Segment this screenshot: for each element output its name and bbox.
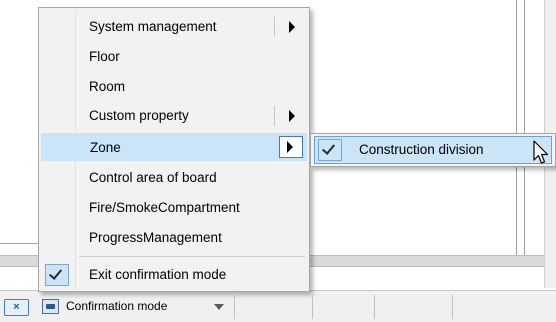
menu-item-label: Fire/SmokeCompartment [89, 200, 240, 215]
menu-item-floor[interactable]: Floor [41, 43, 307, 71]
menu-item-custom-property[interactable]: Custom property [41, 102, 307, 130]
menu-item-zone[interactable]: Zone [41, 133, 307, 161]
canvas-divider [524, 0, 525, 255]
menu-item-label: Control area of board [89, 170, 217, 185]
menu-item-fire-smoke-compartment[interactable]: Fire/SmokeCompartment [41, 194, 307, 222]
submenu-separator [274, 106, 275, 126]
mouse-pointer-icon [533, 140, 549, 164]
check-box [318, 139, 342, 161]
confirmation-mode-icon [42, 299, 59, 314]
confirmation-mode-dropdown[interactable]: Confirmation mode [42, 297, 232, 317]
menu-item-label: System management [89, 19, 217, 34]
menu-item-label: ProgressManagement [89, 230, 222, 245]
submenu-item-label: Construction division [359, 142, 484, 157]
menu-item-label: Floor [89, 49, 120, 64]
submenu-arrow-icon [289, 21, 295, 33]
checkmark-icon [321, 141, 336, 155]
status-bar: × Confirmation mode [0, 290, 556, 322]
confirmation-mode-label: Confirmation mode [66, 299, 168, 313]
chevron-down-icon[interactable] [214, 304, 224, 310]
submenu-arrow-icon [287, 141, 293, 153]
confirmation-x-icon-glyph: × [13, 301, 20, 313]
submenu-separator [274, 17, 275, 37]
check-box [45, 264, 69, 286]
status-panel [312, 295, 313, 319]
submenu-arrow-button[interactable] [279, 136, 303, 158]
submenu-item-construction-division[interactable]: Construction division [314, 136, 552, 164]
canvas-divider [516, 0, 517, 255]
menu-item-exit-confirmation-mode[interactable]: Exit confirmation mode [41, 261, 307, 289]
submenu-arrow-icon [289, 110, 295, 122]
menu-item-label: Exit confirmation mode [89, 267, 227, 282]
zone-submenu: Construction division [310, 133, 556, 167]
menu-item-progress-management[interactable]: ProgressManagement [41, 224, 307, 252]
menu-item-system-management[interactable]: System management [41, 13, 307, 41]
menu-item-label: Room [89, 79, 126, 94]
menu-separator [79, 256, 305, 257]
checkmark-icon [48, 266, 63, 280]
status-panel [234, 295, 235, 319]
menu-item-control-area-of-board[interactable]: Control area of board [41, 164, 307, 192]
canvas-divider [0, 243, 40, 244]
status-panel [374, 295, 375, 319]
menu-item-label: Zone [90, 140, 121, 155]
status-panel [452, 295, 453, 319]
menu-item-label: Custom property [89, 108, 189, 123]
confirmation-x-icon[interactable]: × [4, 299, 29, 316]
menu-item-room[interactable]: Room [41, 73, 307, 101]
context-menu: System management Floor Room Custom prop… [38, 7, 310, 292]
